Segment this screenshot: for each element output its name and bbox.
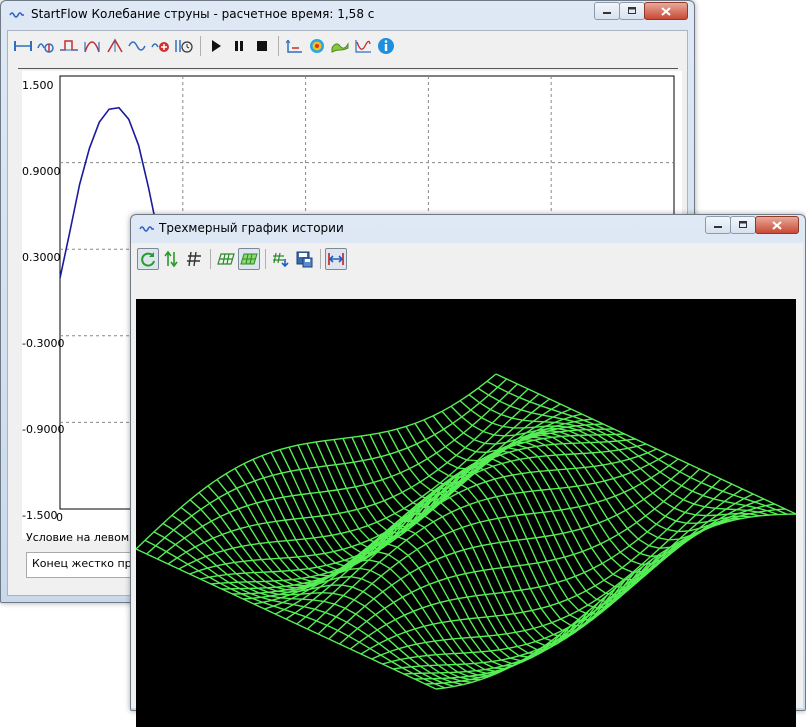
main-toolbar xyxy=(8,31,687,61)
close-icon xyxy=(772,220,782,230)
peak-icon xyxy=(107,38,123,53)
minimize-icon xyxy=(603,12,611,14)
surface-icon xyxy=(331,42,349,53)
close-button[interactable] xyxy=(644,2,688,20)
export-icon xyxy=(273,252,289,268)
drag-curve-button[interactable] xyxy=(35,35,57,57)
main-window-title: StartFlow Колебание струны - расчетное в… xyxy=(31,7,375,21)
mesh-line xyxy=(162,522,464,686)
toolbar-separator xyxy=(265,249,266,269)
stretch-icon xyxy=(328,253,344,265)
mesh-line xyxy=(405,426,707,566)
pause-icon xyxy=(235,41,243,51)
history-title-bar[interactable]: Трехмерный график истории xyxy=(131,215,805,243)
maximize-icon xyxy=(739,221,747,228)
string-icon xyxy=(14,41,32,51)
window-controls xyxy=(594,2,688,20)
toolbar-separator xyxy=(210,249,211,269)
mesh-line xyxy=(495,373,796,515)
graph-button[interactable] xyxy=(352,35,374,57)
swap-vertical-button[interactable] xyxy=(160,248,182,270)
y-tick-label: 0.3000 xyxy=(22,251,61,264)
grid-icon xyxy=(187,251,201,267)
swap-vertical-icon xyxy=(164,250,178,268)
close-icon xyxy=(661,6,671,16)
stop-icon xyxy=(257,41,267,51)
arch-icon xyxy=(84,41,100,53)
arch-button[interactable] xyxy=(81,35,103,57)
axes-icon xyxy=(285,39,302,53)
x-tick-label: 0 xyxy=(56,511,63,524)
y-tick-label: 0.9000 xyxy=(22,165,61,178)
wave-plus-icon xyxy=(151,42,169,52)
surface-mesh xyxy=(136,373,796,690)
y-tick-label: -0.9000 xyxy=(22,423,65,436)
3d-history-plot[interactable] xyxy=(136,299,796,727)
save-button[interactable] xyxy=(293,248,315,270)
stretch-button[interactable] xyxy=(325,248,347,270)
refresh-icon xyxy=(141,252,155,267)
play-button[interactable] xyxy=(205,35,227,57)
y-tick-label: -0.3000 xyxy=(22,337,65,350)
heatmap-icon xyxy=(310,39,324,53)
peak-button[interactable] xyxy=(104,35,126,57)
maximize-button[interactable] xyxy=(619,2,645,20)
heatmap-button[interactable] xyxy=(306,35,328,57)
sine-icon xyxy=(128,41,146,51)
maximize-button[interactable] xyxy=(730,216,756,234)
history-window: Трехмерный график истории xyxy=(130,214,806,727)
minimize-icon xyxy=(714,226,722,228)
y-tick-label: -1.500 xyxy=(22,509,58,522)
grid-button[interactable] xyxy=(183,248,205,270)
info-button[interactable] xyxy=(375,35,397,57)
left-condition-label: Условие на левом ко xyxy=(26,531,147,544)
toolbar-separator xyxy=(320,249,321,269)
app-wave-icon xyxy=(139,226,154,232)
graph-icon xyxy=(355,40,371,53)
mesh-icon xyxy=(217,253,235,265)
export-button[interactable] xyxy=(270,248,292,270)
refresh-button[interactable] xyxy=(137,248,159,270)
surface-wireframe xyxy=(136,373,796,690)
pulse-button[interactable] xyxy=(58,35,80,57)
wave-plus-button[interactable] xyxy=(150,35,172,57)
drag-curve-icon xyxy=(37,43,54,53)
history-window-title: Трехмерный график истории xyxy=(159,221,344,235)
mesh-button[interactable] xyxy=(215,248,237,270)
pause-button[interactable] xyxy=(228,35,250,57)
stop-button[interactable] xyxy=(251,35,273,57)
app-wave-icon xyxy=(9,12,24,18)
y-tick-label: 1.500 xyxy=(22,79,54,92)
minimize-button[interactable] xyxy=(594,2,620,20)
mesh-line xyxy=(306,443,608,638)
sine-button[interactable] xyxy=(127,35,149,57)
minimize-button[interactable] xyxy=(705,216,731,234)
axes-button[interactable] xyxy=(283,35,305,57)
window-controls xyxy=(705,216,799,234)
toolbar-separator xyxy=(278,36,279,56)
info-icon xyxy=(378,38,394,54)
pulse-icon xyxy=(60,40,78,51)
maximize-icon xyxy=(628,7,636,14)
mesh-line xyxy=(435,513,796,690)
sensor-icon xyxy=(175,40,193,53)
surface-button[interactable] xyxy=(329,35,351,57)
mesh-line xyxy=(393,493,754,670)
sensor-button[interactable] xyxy=(173,35,195,57)
save-icon xyxy=(296,251,313,268)
close-button[interactable] xyxy=(755,216,799,234)
history-toolbar xyxy=(131,246,803,272)
main-title-bar[interactable]: StartFlow Колебание струны - расчетное в… xyxy=(1,1,694,29)
history-client-area xyxy=(131,243,803,727)
toolbar-separator xyxy=(200,36,201,56)
string-button[interactable] xyxy=(12,35,34,57)
mesh-filled-button[interactable] xyxy=(238,248,260,270)
mesh-filled-icon xyxy=(240,253,258,265)
play-icon xyxy=(212,40,221,52)
